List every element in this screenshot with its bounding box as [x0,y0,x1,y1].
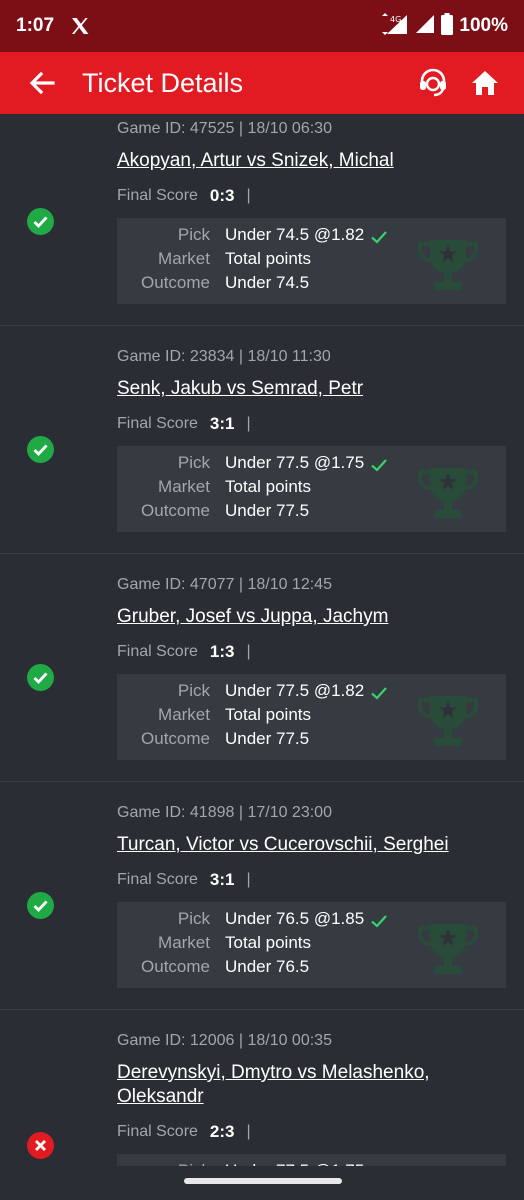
won-check-icon [27,664,54,691]
final-score-value: 2:3 [209,1122,235,1141]
outcome-label: Outcome [141,729,210,748]
games-list[interactable]: Game ID: 47525 | 18/10 06:30 Akopyan, Ar… [0,114,524,1200]
outcome-value: Under 77.5 [225,729,310,748]
app-header: Ticket Details [0,52,524,114]
won-check-icon [27,208,54,235]
game-meta: Game ID: 41898 | 17/10 23:00 [117,804,332,821]
game-title-link[interactable]: Senk, Jakub vs Semrad, Petr [117,377,454,401]
game-card: Game ID: 23834 | 18/10 11:30 Senk, Jakub… [0,326,524,554]
score-separator: | [246,187,251,204]
pick-label: Pick [177,225,210,244]
final-score-label: Final Score [117,415,198,432]
game-title-link[interactable]: Derevynskyi, Dmytro vs Melashenko, Oleks… [117,1061,454,1109]
final-score-row: Final Score 1:3 | [117,642,251,662]
market-label: Market [158,705,210,724]
outcome-label: Outcome [141,501,210,520]
pick-value: Under 77.5 @1.75 [225,453,365,472]
market-label: Market [158,933,210,952]
game-title-link[interactable]: Akopyan, Artur vs Snizek, Michal [117,149,454,173]
game-meta: Game ID: 12006 | 18/10 00:35 [117,1032,332,1049]
market-value: Total points [225,705,311,724]
check-icon [370,912,388,930]
market-value: Total points [225,249,311,268]
status-bar: 1:07 4G 100% [0,0,524,52]
score-separator: | [246,1123,251,1140]
pick-value: Under 74.5 @1.82 [225,225,365,244]
pick-details-box: Pick Under 74.5 @1.82 Market Total point… [117,218,506,304]
status-time: 1:07 [16,15,55,36]
pick-details-box: Pick Under 77.5 @1.82 Market Total point… [117,674,506,760]
won-check-icon [27,892,54,919]
final-score-row: Final Score 0:3 | [117,186,251,206]
x-logo-icon [70,16,90,36]
final-score-value: 0:3 [209,186,235,205]
market-label: Market [158,249,210,268]
final-score-label: Final Score [117,1123,198,1140]
game-card: Game ID: 41898 | 17/10 23:00 Turcan, Vic… [0,782,524,1010]
check-icon [370,228,388,246]
trophy-icon [416,920,480,978]
final-score-value: 3:1 [209,870,235,889]
outcome-value: Under 74.5 [225,273,310,292]
score-separator: | [246,643,251,660]
market-label: Market [158,477,210,496]
status-indicators: 4G 100% [379,12,508,40]
network-4g-icon: 4G [379,12,409,40]
market-value: Total points [225,933,311,952]
market-value: Total points [225,477,311,496]
pick-label: Pick [177,453,210,472]
pick-details-box: Pick Under 77.5 @1.75 Market Total point… [117,446,506,532]
pick-details-box: Pick Under 76.5 @1.85 Market Total point… [117,902,506,988]
game-title-link[interactable]: Gruber, Josef vs Juppa, Jachym [117,605,454,629]
check-icon [370,456,388,474]
header-actions [416,66,502,100]
game-card: Game ID: 47077 | 18/10 12:45 Gruber, Jos… [0,554,524,782]
battery-level: 100% [459,15,508,36]
score-separator: | [246,415,251,432]
final-score-value: 1:3 [209,642,235,661]
won-check-icon [27,436,54,463]
pick-label: Pick [177,681,210,700]
game-title-link[interactable]: Turcan, Victor vs Cucerovschii, Serghei [117,833,454,857]
outcome-value: Under 77.5 [225,501,310,520]
pick-label: Pick [177,909,210,928]
pick-value: Under 76.5 @1.85 [225,909,365,928]
outcome-label: Outcome [141,273,210,292]
outcome-value: Under 76.5 [225,957,310,976]
final-score-label: Final Score [117,187,198,204]
game-card: Game ID: 47525 | 18/10 06:30 Akopyan, Ar… [0,114,524,326]
lost-x-icon [27,1132,54,1159]
final-score-row: Final Score 2:3 | [117,1122,251,1142]
final-score-row: Final Score 3:1 | [117,414,251,434]
pick-value: Under 77.5 @1.82 [225,681,365,700]
game-meta: Game ID: 47525 | 18/10 06:30 [117,120,332,137]
trophy-icon [416,236,480,294]
final-score-value: 3:1 [209,414,235,433]
page-title: Ticket Details [82,67,244,98]
score-separator: | [246,871,251,888]
game-meta: Game ID: 23834 | 18/10 11:30 [117,348,331,365]
signal-icon [415,14,435,39]
battery-icon [441,12,454,40]
home-icon[interactable] [468,66,502,100]
trophy-icon [416,464,480,522]
final-score-label: Final Score [117,871,198,888]
final-score-row: Final Score 3:1 | [117,870,251,890]
game-meta: Game ID: 47077 | 18/10 12:45 [117,576,332,593]
outcome-label: Outcome [141,957,210,976]
gesture-nav-handle[interactable] [184,1178,342,1184]
trophy-icon [416,692,480,750]
final-score-label: Final Score [117,643,198,660]
arrow-left-icon[interactable] [24,65,60,101]
check-icon [370,684,388,702]
headset-icon[interactable] [416,66,450,100]
